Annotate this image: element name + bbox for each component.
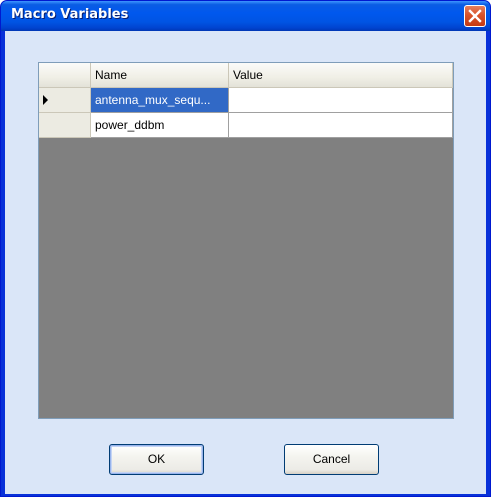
row-header-cell[interactable] (39, 113, 91, 138)
value-cell[interactable] (229, 113, 453, 138)
title-bar[interactable]: Macro Variables (1, 1, 490, 31)
cancel-button[interactable]: Cancel (284, 444, 379, 475)
dialog-client-area: Name Value antenna_mux_sequ... power_ddb… (5, 31, 486, 494)
window-title: Macro Variables (11, 7, 129, 22)
column-header-name[interactable]: Name (91, 63, 229, 88)
table-row[interactable]: power_ddbm (39, 113, 453, 138)
ok-button[interactable]: OK (109, 444, 204, 475)
grid-header-row: Name Value (39, 63, 453, 88)
column-header-value[interactable]: Value (229, 63, 453, 88)
macro-variables-dialog: Macro Variables Name Value antenna_mux_s… (0, 0, 491, 497)
value-cell[interactable] (229, 88, 453, 113)
name-cell[interactable]: antenna_mux_sequ... (91, 88, 229, 113)
close-button[interactable] (464, 5, 486, 27)
name-cell[interactable]: power_ddbm (91, 113, 229, 138)
table-row[interactable]: antenna_mux_sequ... (39, 88, 453, 113)
corner-header-cell[interactable] (39, 63, 91, 88)
macro-variables-grid[interactable]: Name Value antenna_mux_sequ... power_ddb… (38, 62, 454, 419)
close-icon (468, 9, 482, 23)
current-row-arrow-icon (43, 95, 48, 105)
row-header-cell[interactable] (39, 88, 91, 113)
